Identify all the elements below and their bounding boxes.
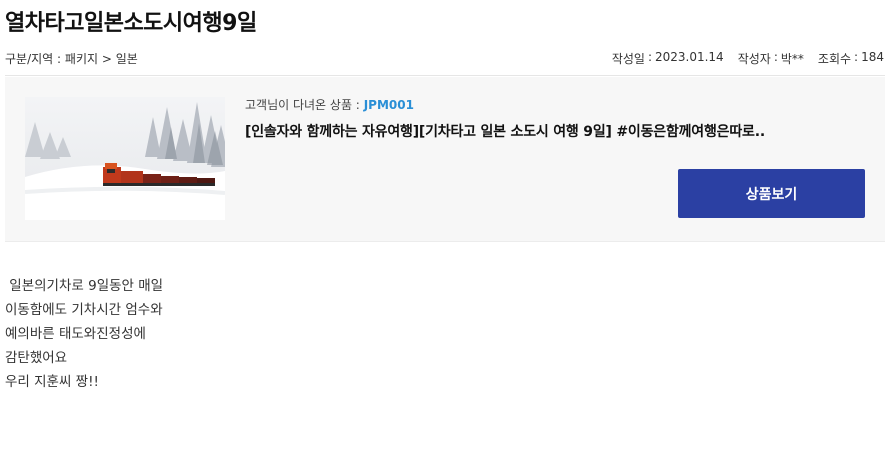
views-value: 184 <box>861 50 884 64</box>
post-content: 일본의기차로 9일동안 매일 이동함에도 기차시간 엄수와 예의바른 태도와진정… <box>5 274 163 394</box>
category-value: 패키지 > 일본 <box>64 52 138 66</box>
product-name[interactable]: [인솔자와 함께하는 자유여행][기차타고 일본 소도시 여행 9일] #이동은… <box>245 121 765 141</box>
product-code: JPM001 <box>363 98 414 112</box>
content-line: 이동함에도 기차시간 엄수와 <box>5 302 163 318</box>
content-line: 일본의기차로 9일동안 매일 <box>5 278 164 294</box>
product-card: 고객님이 다녀온 상품 : JPM001 [인솔자와 함께하는 자유여행][기차… <box>5 77 885 242</box>
category-info: 구분/지역 : 패키지 > 일본 <box>5 52 138 66</box>
page-title: 열차타고일본소도시여행9일 <box>5 11 257 36</box>
meta-divider <box>5 75 885 76</box>
content-line: 감탄했어요 <box>5 350 68 366</box>
views-info: 조회수 : 184 <box>817 50 884 66</box>
product-label-text: 고객님이 다녀온 상품 : <box>245 98 360 112</box>
post-meta: 작성일 : 2023.01.14 작성자 : 박** 조회수 : 184 <box>612 50 884 67</box>
author-info: 작성자 : 박** <box>737 50 804 66</box>
author-label: 작성자 <box>737 52 771 66</box>
content-line: 우리 지훈씨 짱!! <box>5 374 99 390</box>
author-value: 박** <box>780 52 804 66</box>
date-label: 작성일 <box>611 52 645 66</box>
views-label: 조회수 <box>817 52 852 66</box>
train-in-snow-image <box>25 97 225 220</box>
content-line: 예의바른 태도와진정성에 <box>5 326 146 342</box>
view-product-button[interactable]: 상품보기 <box>678 169 865 218</box>
category-label: 구분/지역 <box>5 52 54 66</box>
product-label: 고객님이 다녀온 상품 : JPM001 <box>245 96 414 113</box>
date-value: 2023.01.14 <box>654 50 724 64</box>
date-info: 작성일 : 2023.01.14 <box>611 50 724 66</box>
product-thumbnail[interactable] <box>25 97 225 220</box>
